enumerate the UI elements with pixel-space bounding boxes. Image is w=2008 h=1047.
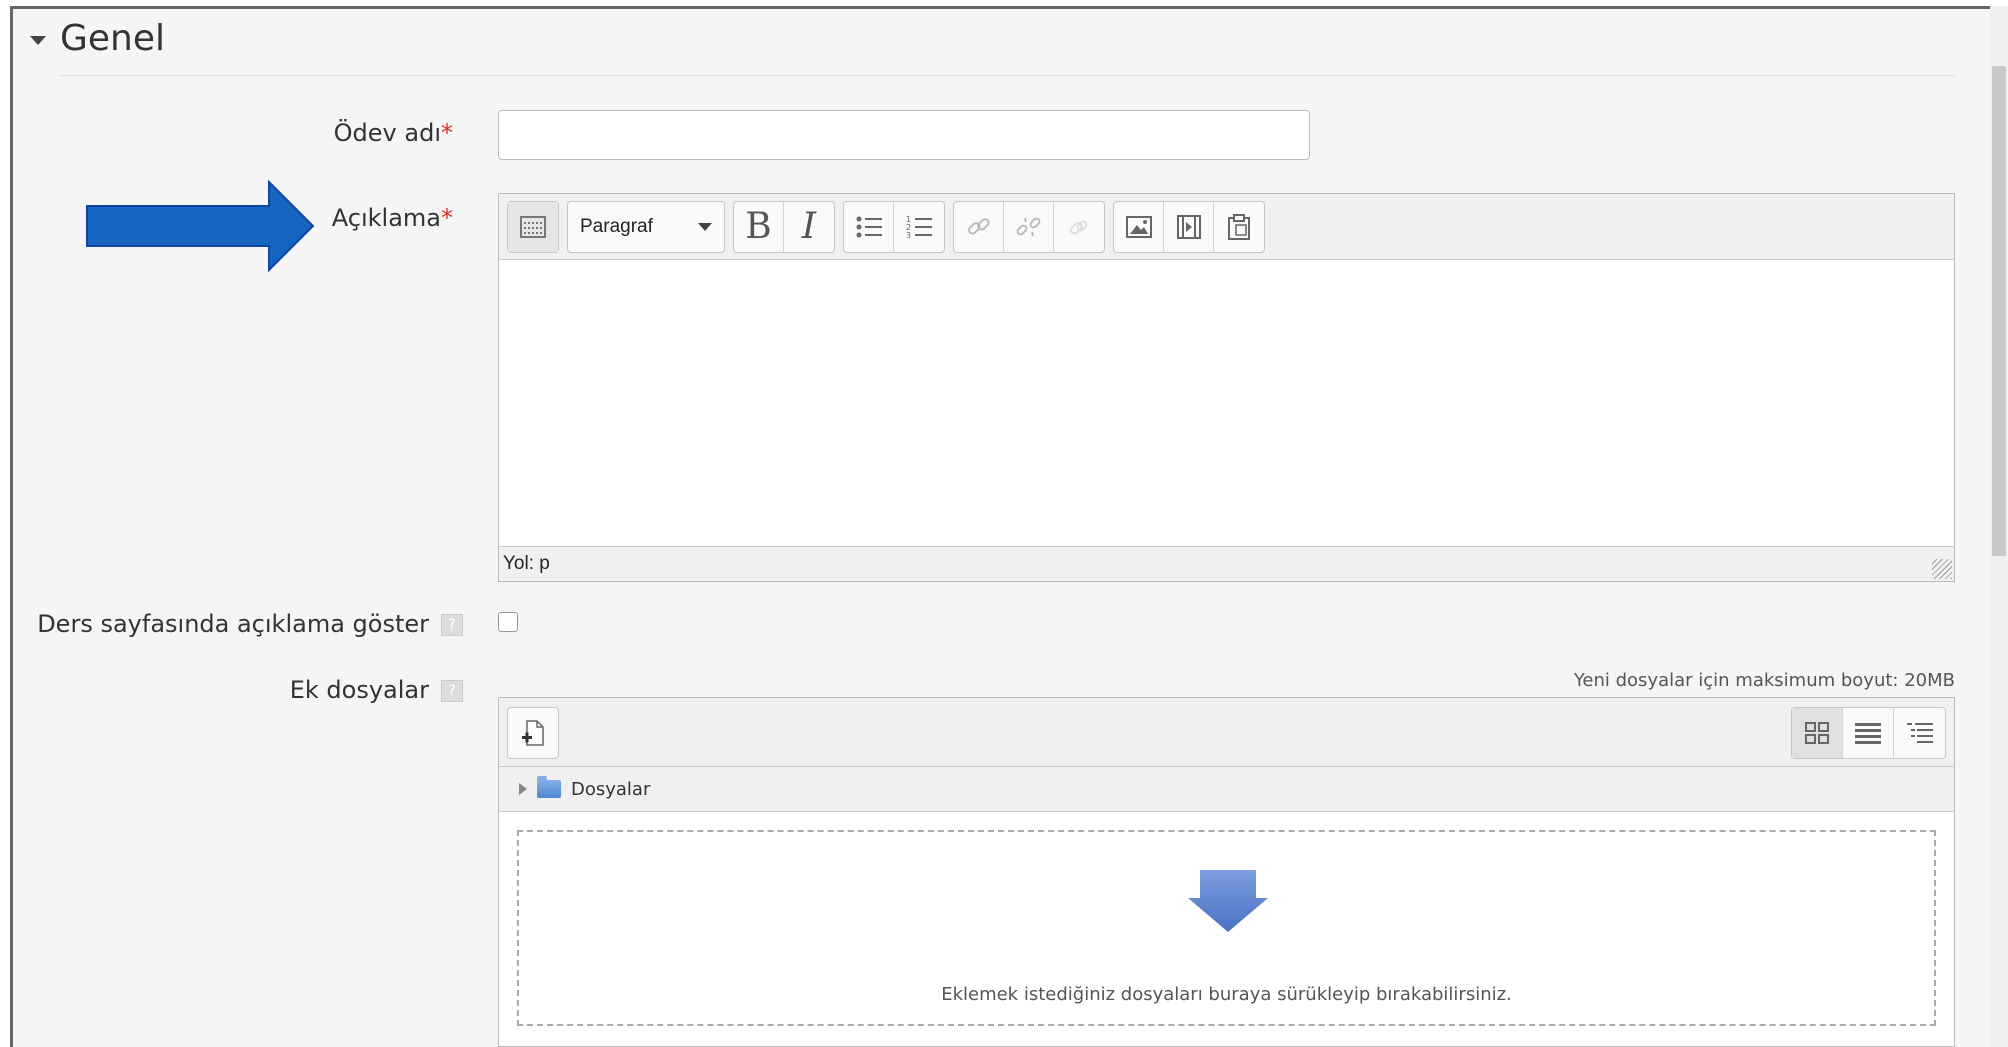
- italic-button[interactable]: I: [784, 202, 834, 252]
- toolbar-group-toggle: [507, 200, 559, 253]
- link-icon: [967, 217, 990, 235]
- editor-content-area[interactable]: [499, 260, 1954, 546]
- anchor-button[interactable]: [1054, 202, 1104, 252]
- section-title: Genel: [60, 18, 166, 59]
- bullet-list-button[interactable]: [844, 201, 894, 252]
- unlink-icon: [1016, 217, 1040, 236]
- assignment-name-label: Ödev adı*: [334, 119, 453, 147]
- icons-view-button[interactable]: [1792, 708, 1843, 758]
- paragraph-select[interactable]: Paragraf: [567, 200, 725, 253]
- file-manager: Dosyalar Eklemek istediğiniz dosyaları b…: [498, 697, 1955, 1047]
- media-button[interactable]: [1164, 201, 1214, 252]
- section-divider: [60, 75, 1955, 76]
- show-description-label: Ders sayfasında açıklama göster?: [37, 610, 463, 638]
- image-button[interactable]: [1114, 201, 1164, 252]
- link-button[interactable]: [954, 201, 1004, 252]
- collapse-caret-icon[interactable]: [30, 36, 46, 45]
- editor-path: Yol: p: [503, 553, 550, 574]
- bold-button[interactable]: B: [734, 201, 784, 252]
- editor-statusbar: Yol: p: [499, 546, 1954, 581]
- paste-button[interactable]: [1214, 202, 1264, 252]
- section-header-genel[interactable]: Genel: [30, 18, 165, 59]
- attachments-label: Ek dosyalar?: [290, 676, 463, 704]
- file-manager-toolbar: [499, 698, 1954, 767]
- toolbar-toggle-button[interactable]: [508, 201, 558, 252]
- required-mark: *: [441, 204, 453, 232]
- list-view-icon: [1855, 723, 1881, 744]
- show-description-label-text: Ders sayfasında açıklama göster: [37, 610, 429, 638]
- add-file-button[interactable]: [507, 707, 559, 759]
- svg-text:3: 3: [906, 231, 911, 240]
- icons-view-icon: [1805, 722, 1829, 744]
- show-description-checkbox[interactable]: [498, 612, 518, 632]
- editor-toolbar: Paragraf B I 123: [499, 194, 1954, 260]
- numbered-list-button[interactable]: 123: [894, 202, 944, 252]
- help-icon[interactable]: ?: [441, 614, 463, 636]
- paragraph-select-box[interactable]: Paragraf: [568, 202, 724, 252]
- resize-grip-icon[interactable]: [1932, 559, 1952, 579]
- file-drop-zone[interactable]: Eklemek istediğiniz dosyaları buraya sür…: [517, 830, 1936, 1026]
- tree-view-button[interactable]: [1894, 708, 1945, 758]
- image-icon: [1125, 215, 1152, 238]
- anchor-icon: [1070, 220, 1088, 235]
- annotation-arrow-icon: [86, 180, 315, 272]
- add-file-icon: [522, 720, 544, 746]
- paste-icon: [1228, 213, 1250, 240]
- required-mark: *: [441, 119, 453, 147]
- toolbar-toggle-icon: [520, 215, 546, 238]
- view-switcher: [1791, 707, 1946, 759]
- download-arrow-icon: [1188, 870, 1268, 932]
- media-icon: [1176, 214, 1201, 239]
- assignment-name-label-text: Ödev adı: [333, 119, 441, 147]
- unlink-button[interactable]: [1004, 201, 1054, 252]
- list-view-button[interactable]: [1843, 708, 1894, 758]
- toolbar-group-format: B I: [733, 200, 835, 253]
- drop-zone-text: Eklemek istediğiniz dosyaları buraya sür…: [941, 984, 1512, 1005]
- attachments-label-text: Ek dosyalar: [289, 676, 429, 704]
- numbered-list-icon: 123: [906, 215, 932, 240]
- paragraph-select-value: Paragraf: [580, 215, 653, 237]
- folder-label[interactable]: Dosyalar: [571, 779, 650, 800]
- description-label-text: Açıklama: [331, 204, 441, 232]
- expand-arrow-icon[interactable]: [519, 783, 527, 795]
- bullet-list-icon: [856, 216, 882, 237]
- help-icon[interactable]: ?: [441, 680, 463, 702]
- description-editor[interactable]: Paragraf B I 123 Yol: p: [498, 193, 1955, 582]
- tree-view-icon: [1906, 723, 1933, 743]
- description-label: Açıklama*: [332, 204, 453, 232]
- folder-icon: [537, 776, 561, 798]
- scrollbar-thumb[interactable]: [1992, 66, 2006, 556]
- toolbar-group-lists: 123: [843, 200, 945, 253]
- max-file-size: Yeni dosyalar için maksimum boyut: 20MB: [1573, 670, 1955, 691]
- toolbar-group-media: [1113, 200, 1265, 253]
- folder-path[interactable]: Dosyalar: [499, 767, 1954, 812]
- toolbar-group-links: [953, 200, 1105, 253]
- vertical-scrollbar[interactable]: [1990, 6, 2008, 1047]
- assignment-name-input[interactable]: [498, 110, 1310, 160]
- chevron-down-icon: [698, 222, 712, 231]
